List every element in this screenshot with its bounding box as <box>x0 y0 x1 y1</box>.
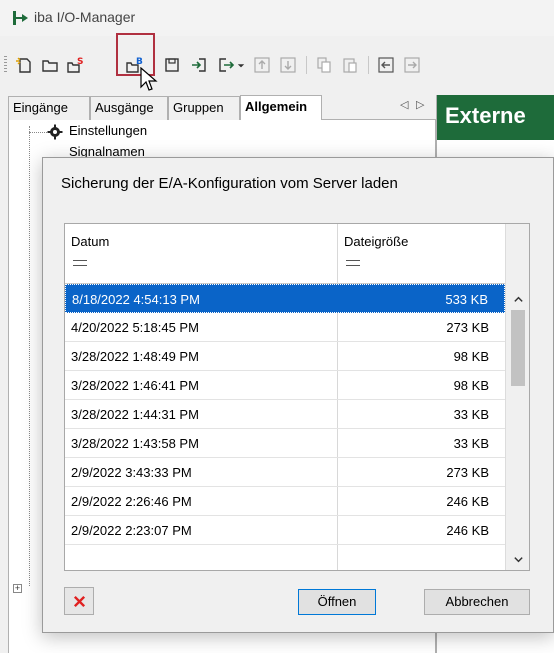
move-up-button[interactable] <box>250 52 274 78</box>
filter-datum-icon[interactable] <box>73 260 87 266</box>
arrow-up-icon <box>254 57 270 73</box>
load-backup-dialog: Sicherung der E/A-Konfiguration vom Serv… <box>42 157 554 633</box>
toolbar-grip[interactable] <box>4 56 7 72</box>
cell-date: 2/9/2022 3:43:33 PM <box>71 465 192 480</box>
copy-button[interactable] <box>312 52 336 78</box>
cell-date: 2/9/2022 2:23:07 PM <box>71 523 192 538</box>
save-button[interactable] <box>160 52 184 78</box>
backup-list-header: Datum Dateigröße <box>65 224 505 284</box>
folder-server-s-icon: S <box>67 57 83 73</box>
dropdown-arrow-icon <box>237 64 245 68</box>
arrow-left-box-icon <box>378 57 394 73</box>
dialog-title: Sicherung der E/A-Konfiguration vom Serv… <box>61 175 398 192</box>
table-row[interactable]: 2/9/2022 2:26:46 PM 246 KB <box>65 487 505 516</box>
arrow-down-icon <box>280 57 296 73</box>
delete-backup-button[interactable] <box>64 587 94 615</box>
cell-size: 246 KB <box>446 523 489 538</box>
config-tabstrip: Eingänge Ausgänge Gruppen Allgemein ◁ ▷ <box>8 95 436 121</box>
detail-header-title: Externe <box>445 103 526 128</box>
tree-item-einstellungen[interactable]: Einstellungen <box>69 123 147 138</box>
cell-size: 246 KB <box>446 494 489 509</box>
import-icon <box>192 58 206 72</box>
cell-date: 8/18/2022 4:54:13 PM <box>72 292 200 307</box>
cell-size: 98 KB <box>453 378 489 393</box>
cell-size: 98 KB <box>453 349 489 364</box>
scroll-thumb[interactable] <box>511 310 525 386</box>
column-header-dateigroesse[interactable]: Dateigröße <box>344 234 408 249</box>
import-button[interactable] <box>187 52 211 78</box>
move-down-button[interactable] <box>276 52 300 78</box>
tab-scroll-left-icon[interactable]: ◁ <box>400 98 408 111</box>
filter-dateigroesse-icon[interactable] <box>346 260 360 266</box>
window-title: iba I/O-Manager <box>34 9 136 25</box>
cell-date: 3/28/2022 1:48:49 PM <box>71 349 199 364</box>
delete-x-icon <box>73 595 85 607</box>
cell-size: 33 KB <box>453 436 489 451</box>
cell-date: 3/28/2022 1:46:41 PM <box>71 378 199 393</box>
cancel-button[interactable]: Abbrechen <box>424 589 530 615</box>
export-dropdown-button[interactable] <box>236 52 246 78</box>
cell-size: 533 KB <box>445 292 488 307</box>
tab-scroll-right-icon[interactable]: ▷ <box>416 98 424 111</box>
open-button[interactable]: Öffnen <box>298 589 376 615</box>
cell-size: 33 KB <box>453 407 489 422</box>
cell-date: 2/9/2022 2:26:46 PM <box>71 494 192 509</box>
table-row[interactable]: 2/9/2022 3:43:33 PM 273 KB <box>65 458 505 487</box>
backup-list: Datum Dateigröße 8/18/2022 4:54:13 PM 53… <box>64 223 530 571</box>
cell-date: 4/20/2022 5:18:45 PM <box>71 320 199 335</box>
column-header-datum[interactable]: Datum <box>71 234 109 249</box>
table-row[interactable]: 3/28/2022 1:43:58 PM 33 KB <box>65 429 505 458</box>
detail-header: Externe <box>437 95 554 140</box>
new-file-icon <box>16 57 31 73</box>
scroll-up-icon[interactable] <box>506 290 529 310</box>
new-config-button[interactable] <box>12 52 36 78</box>
export-icon <box>219 58 235 72</box>
table-row[interactable]: 8/18/2022 4:54:13 PM 533 KB <box>65 284 505 313</box>
table-row[interactable]: 3/28/2022 1:48:49 PM 98 KB <box>65 342 505 371</box>
toolbar-separator <box>368 56 369 74</box>
paste-button[interactable] <box>338 52 362 78</box>
save-icon <box>165 58 179 72</box>
tab-gruppen[interactable]: Gruppen <box>168 96 240 120</box>
main-toolbar: S B <box>0 46 554 84</box>
paste-icon <box>343 58 357 73</box>
cell-size: 273 KB <box>446 465 489 480</box>
tree-connector <box>29 132 47 133</box>
svg-text:S: S <box>77 57 83 67</box>
tab-eingaenge[interactable]: Eingänge <box>8 96 90 120</box>
cell-date: 3/28/2022 1:43:58 PM <box>71 436 199 451</box>
folder-icon <box>42 60 58 72</box>
mouse-pointer-icon <box>140 67 158 91</box>
toolbar-separator <box>306 56 307 74</box>
arrow-right-box-icon <box>404 57 420 73</box>
io-manager-logo-icon <box>13 11 28 25</box>
navigate-forward-button[interactable] <box>400 52 424 78</box>
table-row[interactable]: 3/28/2022 1:46:41 PM 98 KB <box>65 371 505 400</box>
cell-size: 273 KB <box>446 320 489 335</box>
table-row-partial[interactable] <box>65 545 505 570</box>
tab-allgemein[interactable]: Allgemein <box>240 95 322 121</box>
tree-connector <box>29 126 30 586</box>
backup-list-scrollbar[interactable] <box>505 224 529 570</box>
tab-ausgaenge[interactable]: Ausgänge <box>90 96 168 120</box>
load-from-server-s-button[interactable]: S <box>64 52 88 78</box>
title-bar: iba I/O-Manager <box>0 0 554 36</box>
table-row[interactable]: 3/28/2022 1:44:31 PM 33 KB <box>65 400 505 429</box>
gear-icon <box>47 124 63 140</box>
open-folder-button[interactable] <box>38 52 62 78</box>
cell-date: 3/28/2022 1:44:31 PM <box>71 407 199 422</box>
navigate-back-button[interactable] <box>374 52 398 78</box>
tree-expand-icon[interactable]: + <box>13 584 22 593</box>
table-row[interactable]: 2/9/2022 2:23:07 PM 246 KB <box>65 516 505 545</box>
export-button[interactable] <box>214 52 238 78</box>
copy-icon <box>317 57 331 73</box>
table-row[interactable]: 4/20/2022 5:18:45 PM 273 KB <box>65 313 505 342</box>
scroll-down-icon[interactable] <box>506 552 529 570</box>
